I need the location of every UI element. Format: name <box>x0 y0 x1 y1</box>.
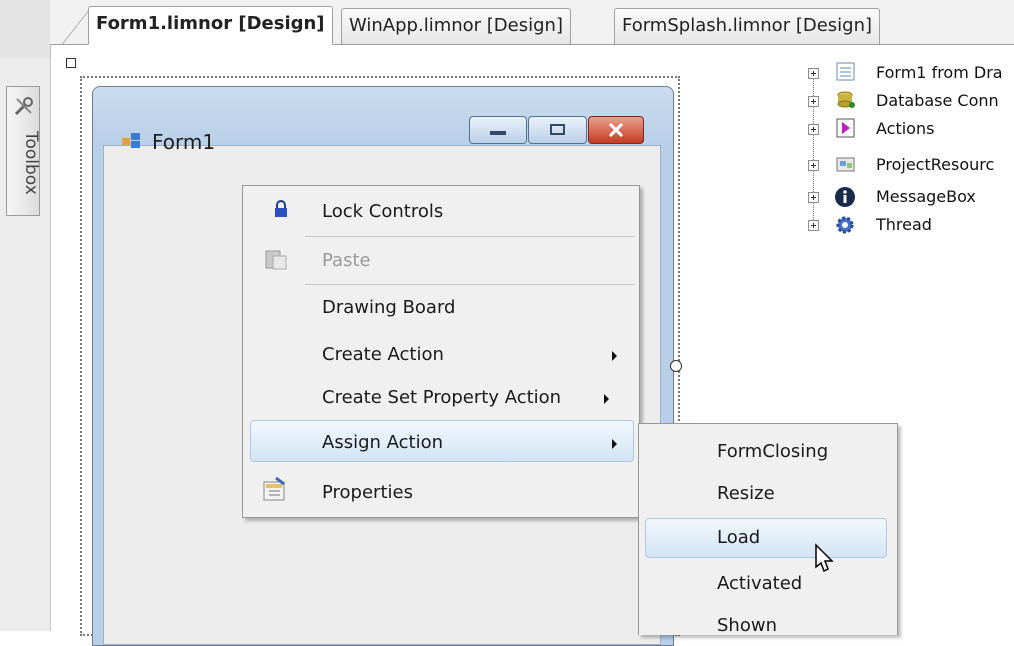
menu-item-create-set-property-action[interactable]: Create Set Property Action <box>322 386 561 410</box>
tree-item-label: Thread <box>876 215 932 234</box>
expand-icon[interactable] <box>808 96 819 107</box>
minimize-button[interactable] <box>469 116 527 144</box>
tab-winapp-design[interactable]: WinApp.limnor [Design] <box>341 8 571 44</box>
corner-panel <box>0 0 51 59</box>
toolbox-tab[interactable]: Toolbox <box>6 86 41 216</box>
tree-item-label: Actions <box>876 119 935 138</box>
menu-item-drawing-board[interactable]: Drawing Board <box>322 296 455 320</box>
database-icon <box>837 91 855 108</box>
tree-item-label: Database Conn <box>876 91 999 110</box>
expand-icon[interactable] <box>808 124 819 135</box>
submenu-arrow-icon <box>612 439 617 449</box>
menu-separator <box>305 236 635 237</box>
close-icon <box>608 123 624 137</box>
submenu-item-load[interactable]: Load <box>717 526 760 550</box>
selection-handle[interactable] <box>66 58 76 68</box>
expand-icon[interactable] <box>808 160 819 171</box>
toolbox-label: Toolbox <box>21 131 41 195</box>
mouse-cursor-icon <box>815 543 834 573</box>
lock-icon <box>275 200 287 217</box>
maximize-button[interactable] <box>528 116 587 144</box>
submenu-item-highlight <box>645 518 887 558</box>
form-icon <box>836 62 855 81</box>
submenu-item-resize[interactable]: Resize <box>717 482 775 506</box>
submenu-item-formclosing[interactable]: FormClosing <box>717 440 828 464</box>
menu-item-assign-action[interactable]: Assign Action <box>322 431 443 455</box>
paste-icon <box>265 250 287 270</box>
tab-form1-design[interactable]: Form1.limnor [Design] <box>88 6 333 45</box>
form-icon <box>122 133 140 148</box>
tree-item-label: MessageBox <box>876 187 976 206</box>
maximize-icon <box>550 124 565 135</box>
close-button[interactable] <box>588 116 644 144</box>
tree-item-label: Form1 from Dra <box>876 63 1003 82</box>
expand-icon[interactable] <box>808 220 819 231</box>
menu-item-create-action[interactable]: Create Action <box>322 343 444 367</box>
tree-connector <box>813 68 814 228</box>
menu-item-lock-controls[interactable]: Lock Controls <box>322 200 443 224</box>
actions-icon <box>836 118 855 138</box>
submenu-arrow-icon <box>604 394 609 404</box>
info-icon <box>835 187 855 207</box>
tree-item-label: ProjectResourc <box>876 155 995 174</box>
tab-formsplash-design[interactable]: FormSplash.limnor [Design] <box>614 8 881 44</box>
expand-icon[interactable] <box>808 68 819 79</box>
submenu-arrow-icon <box>612 351 617 361</box>
submenu-item-shown[interactable]: Shown <box>717 614 777 638</box>
menu-separator <box>305 284 635 285</box>
gear-icon <box>836 216 854 234</box>
properties-icon <box>263 476 285 501</box>
submenu-item-activated[interactable]: Activated <box>717 572 802 596</box>
expand-icon[interactable] <box>808 192 819 203</box>
menu-item-paste: Paste <box>322 250 371 271</box>
form-title: Form1 <box>152 130 216 154</box>
menu-item-properties[interactable]: Properties <box>322 481 413 505</box>
minimize-icon <box>490 131 506 135</box>
resources-icon <box>836 157 855 172</box>
resize-handle[interactable] <box>670 360 682 372</box>
